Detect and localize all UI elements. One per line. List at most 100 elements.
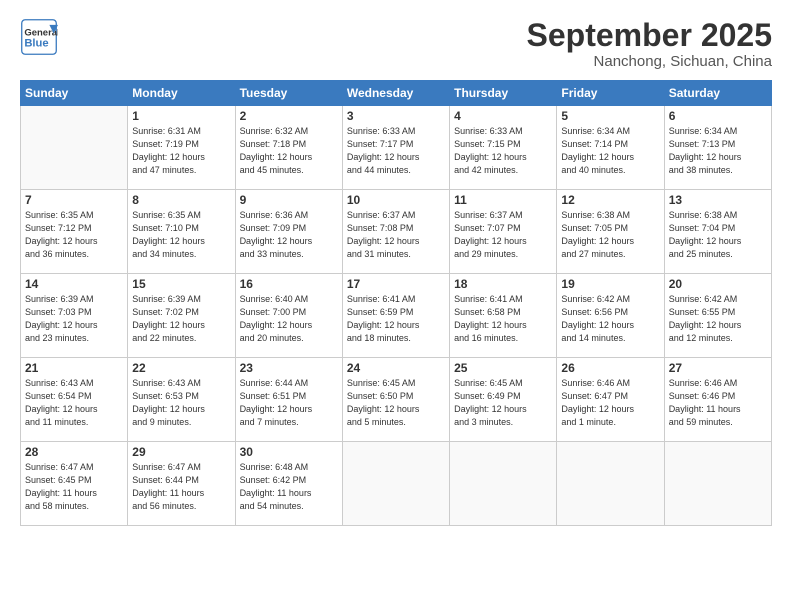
table-row: 30 Sunrise: 6:48 AM Sunset: 6:42 PM Dayli… xyxy=(235,442,342,526)
day-header-saturday: Saturday xyxy=(664,81,771,106)
location: Nanchong, Sichuan, China xyxy=(527,53,772,70)
day-number: 13 xyxy=(669,193,767,207)
day-info: Sunrise: 6:33 AM Sunset: 7:15 PM Dayligh… xyxy=(454,125,552,177)
table-row: 11 Sunrise: 6:37 AM Sunset: 7:07 PM Dayli… xyxy=(450,190,557,274)
day-number: 10 xyxy=(347,193,445,207)
day-number: 26 xyxy=(561,361,659,375)
day-header-monday: Monday xyxy=(128,81,235,106)
calendar: SundayMondayTuesdayWednesdayThursdayFrid… xyxy=(20,80,772,526)
day-info: Sunrise: 6:43 AM Sunset: 6:53 PM Dayligh… xyxy=(132,377,230,429)
day-info: Sunrise: 6:46 AM Sunset: 6:47 PM Dayligh… xyxy=(561,377,659,429)
day-number: 7 xyxy=(25,193,123,207)
day-info: Sunrise: 6:35 AM Sunset: 7:12 PM Dayligh… xyxy=(25,209,123,261)
table-row: 16 Sunrise: 6:40 AM Sunset: 7:00 PM Dayli… xyxy=(235,274,342,358)
table-row: 7 Sunrise: 6:35 AM Sunset: 7:12 PM Daylig… xyxy=(21,190,128,274)
table-row: 25Sunrise: 6:45 AM Sunset: 6:49 PM Dayli… xyxy=(450,358,557,442)
day-number: 2 xyxy=(240,109,338,123)
day-number: 11 xyxy=(454,193,552,207)
day-info: Sunrise: 6:41 AM Sunset: 6:59 PM Dayligh… xyxy=(347,293,445,345)
day-header-friday: Friday xyxy=(557,81,664,106)
day-info: Sunrise: 6:33 AM Sunset: 7:17 PM Dayligh… xyxy=(347,125,445,177)
logo: General Blue xyxy=(20,18,58,56)
day-info: Sunrise: 6:37 AM Sunset: 7:07 PM Dayligh… xyxy=(454,209,552,261)
day-number: 12 xyxy=(561,193,659,207)
day-number: 30 xyxy=(240,445,338,459)
day-header-wednesday: Wednesday xyxy=(342,81,449,106)
day-number: 25 xyxy=(454,361,552,375)
table-row: 26 Sunrise: 6:46 AM Sunset: 6:47 PM Dayli… xyxy=(557,358,664,442)
day-info: Sunrise: 6:40 AM Sunset: 7:00 PM Dayligh… xyxy=(240,293,338,345)
table-row: 19 Sunrise: 6:42 AM Sunset: 6:56 PM Dayli… xyxy=(557,274,664,358)
table-row: 29 Sunrise: 6:47 AM Sunset: 6:44 PM Dayli… xyxy=(128,442,235,526)
day-info: Sunrise: 6:39 AM Sunset: 7:02 PM Dayligh… xyxy=(132,293,230,345)
month-title: September 2025 xyxy=(527,18,772,53)
day-info: Sunrise: 6:47 AM Sunset: 6:44 PM Dayligh… xyxy=(132,461,230,513)
table-row: 28 Sunrise: 6:47 AM Sunset: 6:45 PM Dayli… xyxy=(21,442,128,526)
day-info: Sunrise: 6:44 AM Sunset: 6:51 PM Dayligh… xyxy=(240,377,338,429)
day-number: 8 xyxy=(132,193,230,207)
day-info: Sunrise: 6:42 AM Sunset: 6:56 PM Dayligh… xyxy=(561,293,659,345)
table-row: 23 Sunrise: 6:44 AM Sunset: 6:51 PM Dayli… xyxy=(235,358,342,442)
day-number: 4 xyxy=(454,109,552,123)
day-number: 29 xyxy=(132,445,230,459)
day-number: 15 xyxy=(132,277,230,291)
table-row: 1 Sunrise: 6:31 AM Sunset: 7:19 PM Daylig… xyxy=(128,106,235,190)
day-info: Sunrise: 6:38 AM Sunset: 7:04 PM Dayligh… xyxy=(669,209,767,261)
day-info: Sunrise: 6:34 AM Sunset: 7:14 PM Dayligh… xyxy=(561,125,659,177)
day-number: 18 xyxy=(454,277,552,291)
table-row xyxy=(557,442,664,526)
day-info: Sunrise: 6:46 AM Sunset: 6:46 PM Dayligh… xyxy=(669,377,767,429)
day-info: Sunrise: 6:47 AM Sunset: 6:45 PM Dayligh… xyxy=(25,461,123,513)
table-row: 22 Sunrise: 6:43 AM Sunset: 6:53 PM Dayli… xyxy=(128,358,235,442)
table-row: 24 Sunrise: 6:45 AM Sunset: 6:50 PM Dayli… xyxy=(342,358,449,442)
table-row xyxy=(450,442,557,526)
day-info: Sunrise: 6:36 AM Sunset: 7:09 PM Dayligh… xyxy=(240,209,338,261)
table-row xyxy=(21,106,128,190)
table-row: 13 Sunrise: 6:38 AM Sunset: 7:04 PM Dayli… xyxy=(664,190,771,274)
table-row: 9 Sunrise: 6:36 AM Sunset: 7:09 PM Daylig… xyxy=(235,190,342,274)
day-number: 28 xyxy=(25,445,123,459)
day-info: Sunrise: 6:31 AM Sunset: 7:19 PM Dayligh… xyxy=(132,125,230,177)
logo-icon: General Blue xyxy=(20,18,58,56)
table-row: 2 Sunrise: 6:32 AM Sunset: 7:18 PM Daylig… xyxy=(235,106,342,190)
day-number: 27 xyxy=(669,361,767,375)
svg-text:Blue: Blue xyxy=(24,38,48,50)
day-info: Sunrise: 6:32 AM Sunset: 7:18 PM Dayligh… xyxy=(240,125,338,177)
day-number: 19 xyxy=(561,277,659,291)
day-number: 9 xyxy=(240,193,338,207)
day-number: 6 xyxy=(669,109,767,123)
day-number: 3 xyxy=(347,109,445,123)
day-header-sunday: Sunday xyxy=(21,81,128,106)
day-info: Sunrise: 6:34 AM Sunset: 7:13 PM Dayligh… xyxy=(669,125,767,177)
day-info: Sunrise: 6:41 AM Sunset: 6:58 PM Dayligh… xyxy=(454,293,552,345)
table-row: 6 Sunrise: 6:34 AM Sunset: 7:13 PM Daylig… xyxy=(664,106,771,190)
day-header-thursday: Thursday xyxy=(450,81,557,106)
day-info: Sunrise: 6:35 AM Sunset: 7:10 PM Dayligh… xyxy=(132,209,230,261)
table-row: 18 Sunrise: 6:41 AM Sunset: 6:58 PM Dayli… xyxy=(450,274,557,358)
day-info: Sunrise: 6:42 AM Sunset: 6:55 PM Dayligh… xyxy=(669,293,767,345)
day-number: 24 xyxy=(347,361,445,375)
table-row: 3 Sunrise: 6:33 AM Sunset: 7:17 PM Daylig… xyxy=(342,106,449,190)
day-number: 14 xyxy=(25,277,123,291)
table-row: 20Sunrise: 6:42 AM Sunset: 6:55 PM Dayli… xyxy=(664,274,771,358)
day-number: 1 xyxy=(132,109,230,123)
day-number: 21 xyxy=(25,361,123,375)
day-info: Sunrise: 6:39 AM Sunset: 7:03 PM Dayligh… xyxy=(25,293,123,345)
day-number: 17 xyxy=(347,277,445,291)
day-info: Sunrise: 6:45 AM Sunset: 6:50 PM Dayligh… xyxy=(347,377,445,429)
table-row: 5 Sunrise: 6:34 AM Sunset: 7:14 PM Daylig… xyxy=(557,106,664,190)
table-row: 15 Sunrise: 6:39 AM Sunset: 7:02 PM Dayli… xyxy=(128,274,235,358)
title-block: September 2025 Nanchong, Sichuan, China xyxy=(527,18,772,70)
day-info: Sunrise: 6:38 AM Sunset: 7:05 PM Dayligh… xyxy=(561,209,659,261)
table-row xyxy=(342,442,449,526)
table-row: 12 Sunrise: 6:38 AM Sunset: 7:05 PM Dayli… xyxy=(557,190,664,274)
day-header-tuesday: Tuesday xyxy=(235,81,342,106)
day-number: 5 xyxy=(561,109,659,123)
table-row: 21Sunrise: 6:43 AM Sunset: 6:54 PM Dayli… xyxy=(21,358,128,442)
table-row: 8 Sunrise: 6:35 AM Sunset: 7:10 PM Daylig… xyxy=(128,190,235,274)
day-number: 22 xyxy=(132,361,230,375)
table-row: 27 Sunrise: 6:46 AM Sunset: 6:46 PM Dayli… xyxy=(664,358,771,442)
day-number: 16 xyxy=(240,277,338,291)
day-number: 23 xyxy=(240,361,338,375)
day-info: Sunrise: 6:48 AM Sunset: 6:42 PM Dayligh… xyxy=(240,461,338,513)
